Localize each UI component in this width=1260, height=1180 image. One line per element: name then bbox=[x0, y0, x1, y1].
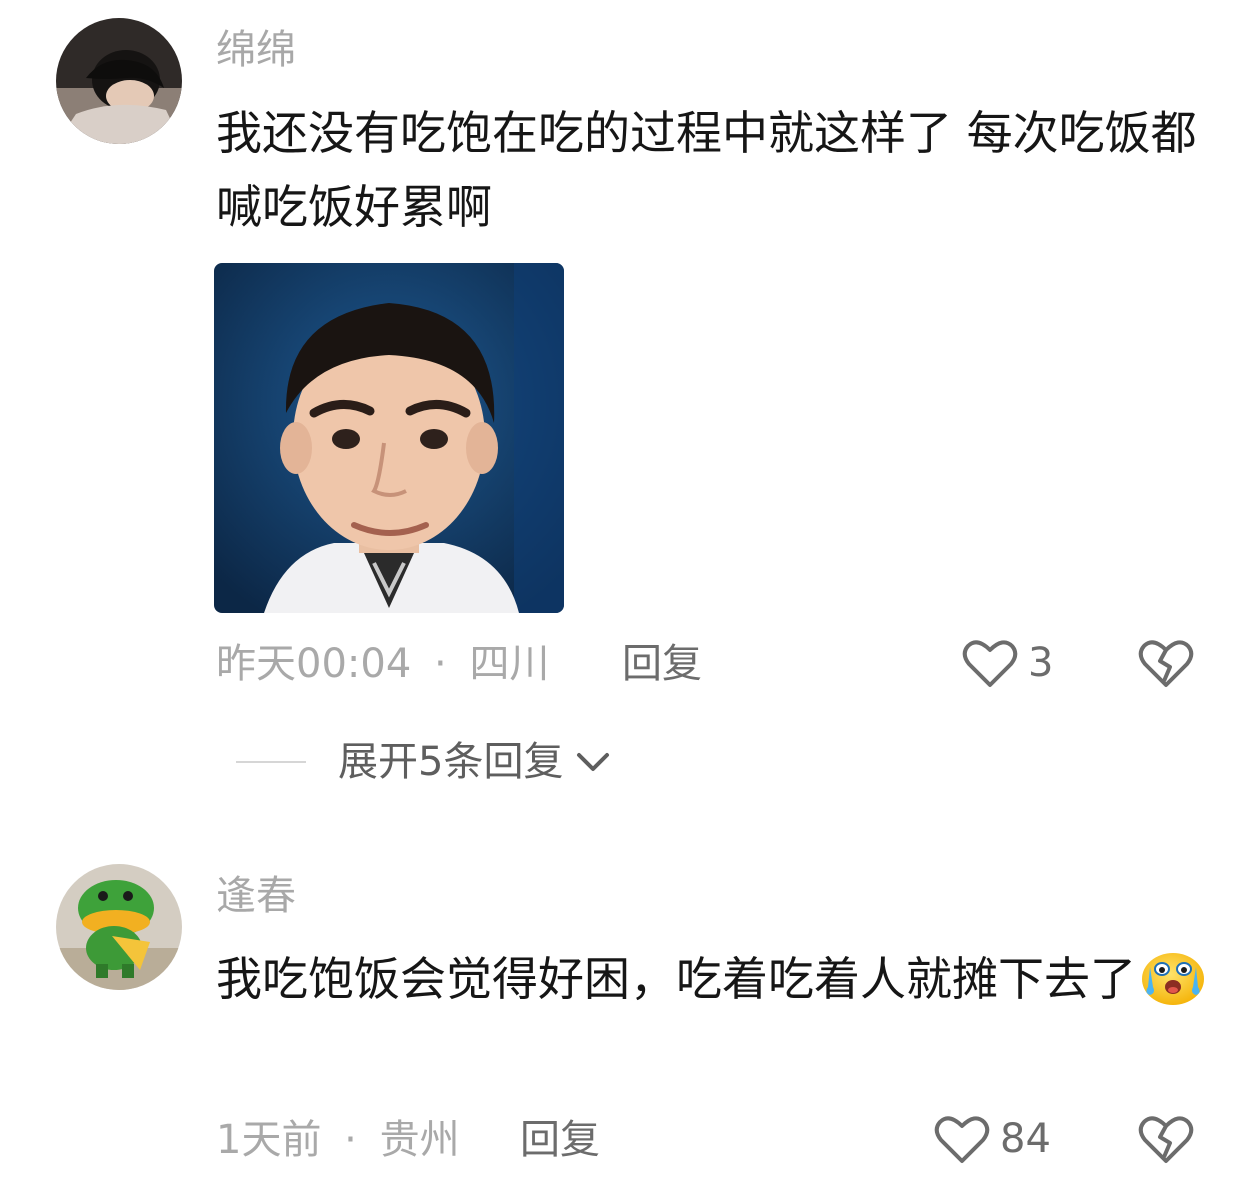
avatar-green-figurine-icon bbox=[56, 864, 182, 990]
comment-time: 1天前 bbox=[216, 1117, 322, 1163]
comment-text: 我还没有吃饱在吃的过程中就这样了 每次吃饭都喊吃饭好累啊 bbox=[216, 106, 1197, 234]
avatar[interactable] bbox=[56, 864, 182, 990]
reply-button[interactable]: 回复 bbox=[520, 1120, 600, 1160]
avatar-girl-resting-icon bbox=[56, 18, 182, 144]
like-button[interactable]: 3 bbox=[962, 637, 1053, 689]
like-count: 84 bbox=[1000, 1116, 1051, 1162]
heart-icon bbox=[934, 1116, 990, 1163]
like-button[interactable]: 84 bbox=[934, 1113, 1051, 1165]
comment-image[interactable] bbox=[214, 263, 564, 613]
reply-button[interactable]: 回复 bbox=[622, 644, 702, 684]
smiling-man-photo-icon bbox=[214, 263, 564, 613]
expand-replies-button[interactable]: 展开5条回复 bbox=[236, 742, 611, 782]
meta-separator: · bbox=[344, 1117, 357, 1163]
chevron-down-icon bbox=[577, 753, 610, 771]
comment-location: 四川 bbox=[469, 641, 550, 687]
broken-heart-icon bbox=[1138, 1116, 1194, 1163]
crying-face-emoji-icon bbox=[1142, 953, 1204, 1005]
meta-separator: · bbox=[434, 641, 447, 687]
avatar[interactable] bbox=[56, 18, 182, 144]
broken-heart-icon bbox=[1138, 640, 1194, 687]
dislike-button[interactable] bbox=[1138, 1113, 1194, 1169]
expand-replies-label: 展开5条回复 bbox=[338, 739, 564, 785]
comment-username[interactable]: 逢春 bbox=[216, 876, 296, 916]
comment-username[interactable]: 绵绵 bbox=[216, 30, 296, 70]
comment-meta: 1天前 · 贵州 bbox=[216, 1120, 460, 1160]
dislike-button[interactable] bbox=[1138, 637, 1194, 693]
heart-icon bbox=[962, 640, 1018, 687]
comment-text-content: 我吃饱饭会觉得好困，吃着吃着人就摊下去了 bbox=[216, 952, 1136, 1006]
divider-line bbox=[236, 761, 306, 763]
comment-meta: 昨天00:04 · 四川 bbox=[216, 644, 549, 684]
comment-text: 我吃饱饭会觉得好困，吃着吃着人就摊下去了 bbox=[216, 942, 1216, 1016]
comment-location: 贵州 bbox=[379, 1117, 460, 1163]
like-count: 3 bbox=[1028, 640, 1054, 686]
comment-time: 昨天00:04 bbox=[216, 641, 412, 687]
